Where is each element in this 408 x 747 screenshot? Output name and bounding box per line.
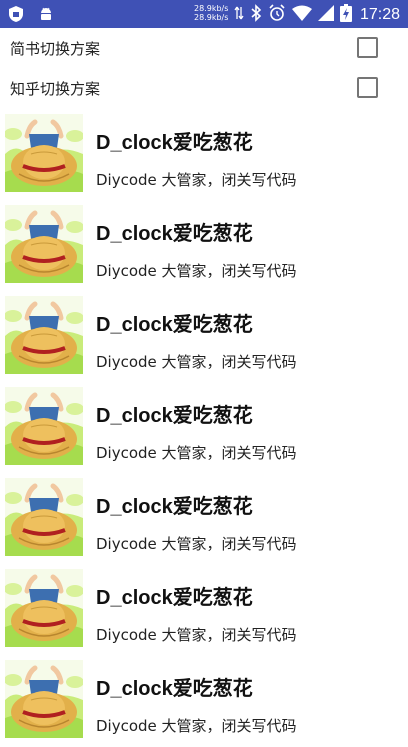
avatar	[5, 387, 83, 465]
net-speed-up: 28.9kb/s	[194, 4, 229, 13]
zhihu-checkbox[interactable]	[357, 77, 378, 98]
item-title: D_clock爱吃葱花	[96, 132, 253, 154]
item-subtitle: Diycode 大管家，闭关写代码	[96, 444, 297, 462]
list-item[interactable]: D_clock爱吃葱花 Diycode 大管家，闭关写代码	[0, 565, 408, 656]
data-arrows-icon	[234, 5, 244, 25]
item-subtitle: Diycode 大管家，闭关写代码	[96, 353, 297, 371]
signal-icon	[317, 5, 334, 25]
list-item[interactable]: D_clock爱吃葱花 Diycode 大管家，闭关写代码	[0, 656, 408, 747]
list-item[interactable]: D_clock爱吃葱花 Diycode 大管家，闭关写代码	[0, 201, 408, 292]
clock-time: 17:28	[359, 6, 400, 23]
avatar	[5, 660, 83, 738]
item-title: D_clock爱吃葱花	[96, 587, 253, 609]
item-title: D_clock爱吃葱花	[96, 678, 253, 700]
shield-icon	[6, 4, 26, 24]
jianshu-checkbox[interactable]	[357, 37, 378, 58]
status-bar-left	[6, 4, 56, 24]
net-speed-down: 28.9kb/s	[194, 13, 229, 22]
avatar	[5, 296, 83, 374]
avatar	[5, 478, 83, 556]
status-bar: 28.9kb/s 28.9kb/s 17:28	[0, 0, 408, 28]
alarm-icon	[268, 4, 286, 26]
avatar	[5, 205, 83, 283]
list-item[interactable]: D_clock爱吃葱花 Diycode 大管家，闭关写代码	[0, 474, 408, 565]
bluetooth-icon	[250, 4, 262, 26]
list-item[interactable]: D_clock爱吃葱花 Diycode 大管家，闭关写代码	[0, 383, 408, 474]
android-icon	[36, 4, 56, 24]
setting-label: 简书切换方案	[10, 40, 101, 58]
setting-label: 知乎切换方案	[10, 80, 101, 98]
setting-zhihu[interactable]: 知乎切换方案	[0, 68, 408, 108]
item-subtitle: Diycode 大管家，闭关写代码	[96, 626, 297, 644]
status-bar-right: 17:28	[234, 4, 400, 26]
battery-charging-icon	[339, 4, 352, 26]
item-title: D_clock爱吃葱花	[96, 223, 253, 245]
item-title: D_clock爱吃葱花	[96, 314, 253, 336]
item-subtitle: Diycode 大管家，闭关写代码	[96, 171, 297, 189]
item-subtitle: Diycode 大管家，闭关写代码	[96, 535, 297, 553]
item-subtitle: Diycode 大管家，闭关写代码	[96, 717, 297, 735]
avatar	[5, 569, 83, 647]
list-item[interactable]: D_clock爱吃葱花 Diycode 大管家，闭关写代码	[0, 110, 408, 201]
list-item[interactable]: D_clock爱吃葱花 Diycode 大管家，闭关写代码	[0, 292, 408, 383]
item-title: D_clock爱吃葱花	[96, 405, 253, 427]
item-subtitle: Diycode 大管家，闭关写代码	[96, 262, 297, 280]
setting-jianshu[interactable]: 简书切换方案	[0, 28, 408, 68]
network-speed: 28.9kb/s 28.9kb/s	[194, 4, 228, 22]
avatar	[5, 114, 83, 192]
wifi-icon	[291, 5, 312, 25]
item-title: D_clock爱吃葱花	[96, 496, 253, 518]
